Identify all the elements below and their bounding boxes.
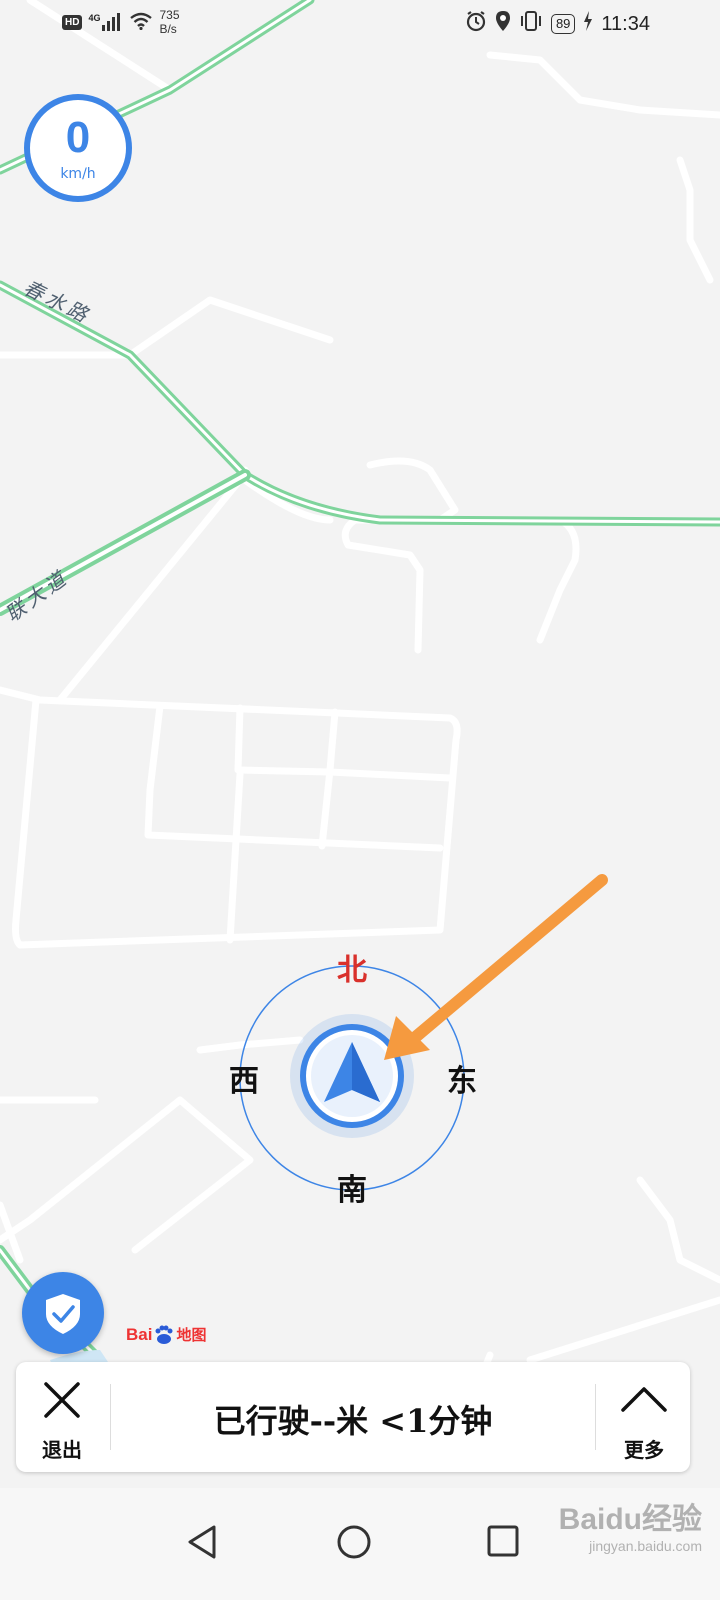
compass-north: 北 xyxy=(337,953,367,988)
battery-indicator: 89 xyxy=(550,14,576,34)
back-icon[interactable] xyxy=(186,1524,218,1560)
more-button[interactable]: 更多 xyxy=(598,1362,690,1472)
recents-icon[interactable] xyxy=(486,1524,520,1558)
watermark-main: Baidu经验 xyxy=(558,1503,702,1536)
chevron-up-icon xyxy=(621,1387,667,1412)
speedometer: 0 km/h xyxy=(24,94,132,202)
exit-label: 退出 xyxy=(42,1438,82,1462)
net-speed-unit: B/s xyxy=(159,22,177,36)
compass-west: 西 xyxy=(229,1064,259,1099)
speed-unit: km/h xyxy=(60,166,96,182)
logo-map-text: 地图 xyxy=(176,1327,207,1344)
divider-right xyxy=(595,1384,596,1450)
shield-check-icon xyxy=(46,1294,80,1334)
compass-east: 东 xyxy=(447,1064,477,1099)
watermark: Baidu经验 jingyan.baidu.com xyxy=(559,1494,702,1554)
baidu-map-logo: Bai 地图 xyxy=(126,1324,206,1345)
signal-icon: 4G xyxy=(88,13,123,31)
safety-shield-button[interactable] xyxy=(22,1272,104,1354)
status-bar: HD 4G 735 B/s 89 11:34 xyxy=(0,0,720,48)
net-speed-value: 735 xyxy=(159,8,180,22)
exit-button[interactable]: 退出 xyxy=(16,1362,108,1472)
close-icon xyxy=(44,1382,80,1418)
logo-text: Bai xyxy=(126,1324,153,1344)
paw-icon xyxy=(155,1325,173,1344)
clock-time: 11:34 xyxy=(601,12,650,35)
charging-icon xyxy=(583,11,593,37)
vibrate-icon xyxy=(519,10,543,38)
trip-info: 已行驶--米 <1分钟 xyxy=(213,1402,493,1440)
home-icon[interactable] xyxy=(336,1524,372,1560)
speed-value: 0 xyxy=(65,113,91,162)
net-speed: 735 B/s xyxy=(159,8,179,36)
navigation-bottom-panel: 退出 已行驶--米 <1分钟 更多 xyxy=(16,1362,690,1472)
more-label: 更多 xyxy=(624,1438,664,1462)
wifi-icon xyxy=(129,12,153,33)
compass-south: 南 xyxy=(337,1173,367,1208)
hd-badge: HD xyxy=(62,14,83,30)
map-view[interactable] xyxy=(0,0,720,1520)
alarm-icon xyxy=(465,10,487,38)
location-pin-icon xyxy=(495,10,511,38)
network-type: 4G xyxy=(88,13,101,23)
watermark-sub: jingyan.baidu.com xyxy=(589,1538,702,1554)
system-nav-bar: Baidu经验 jingyan.baidu.com xyxy=(0,1488,720,1600)
